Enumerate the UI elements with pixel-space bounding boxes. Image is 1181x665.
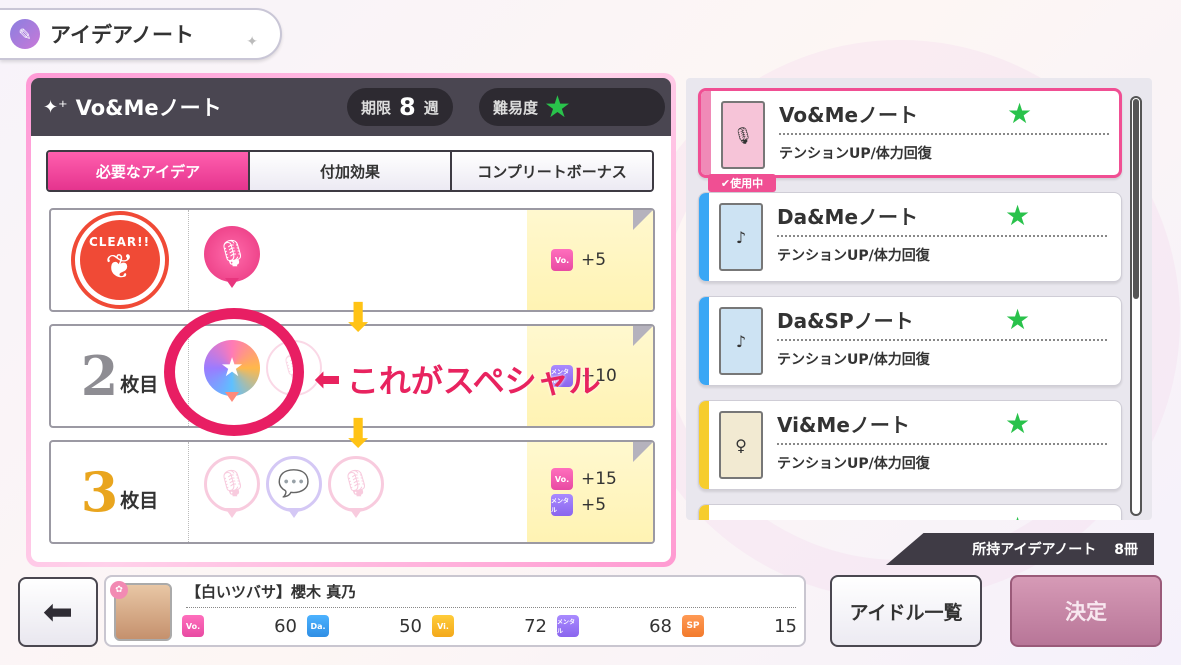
swan-icon: ❦ (105, 247, 134, 287)
ordinal-3: 3 枚目 (81, 465, 159, 519)
arrow-left-icon: ⬅ (314, 360, 341, 398)
stat-value: 72 (524, 615, 547, 637)
mental-stat-icon: メンタル (551, 494, 573, 516)
ordinal-2: 2 枚目 (81, 349, 159, 403)
star-icon: ★ (1005, 407, 1031, 440)
period-value: 8 (399, 93, 416, 121)
scrollbar[interactable] (1130, 96, 1142, 516)
note-card-effect: テンションUP/体力回復 (777, 248, 930, 264)
highlight-circle (164, 308, 304, 436)
sparkle-icon: ✦ (246, 34, 258, 50)
star-icon: ★ (544, 89, 571, 125)
screen-title: アイデアノート (50, 23, 195, 47)
owned-notes-bar: 所持アイデアノート 8冊 (886, 533, 1154, 565)
notebook-icon: ♪ (719, 307, 763, 375)
stat-value: 60 (274, 615, 297, 637)
vocal-stat-icon: Vo. (551, 249, 573, 271)
clear-emblem: CLEAR!! ❦ (70, 211, 169, 309)
confirm-button[interactable]: 決定 (1010, 575, 1162, 647)
notebook-icon: ♀ (719, 411, 763, 479)
arrow-down-icon: ⬇ (341, 295, 375, 341)
ordinal-number: 3 (80, 460, 119, 524)
note-card-effect: テンションUP/体力回復 (777, 352, 930, 368)
vocal-idea-icon[interactable]: 🎙 (204, 226, 260, 288)
idol-type-icon: ✿ (110, 581, 128, 599)
tab-bar: 必要なアイデア 付加効果 コンプリートボーナス (46, 150, 654, 192)
tab-complete-bonus[interactable]: コンプリートボーナス (452, 152, 652, 190)
period-label: 期限 (361, 98, 392, 117)
screen-title-bar: ✎ アイデアノート ✦ (0, 8, 282, 60)
star-icon: ★ (1005, 303, 1031, 336)
note-card[interactable]: ♪ Da&SPノート ★ テンションUP/体力回復 (698, 296, 1122, 386)
note-card-partial[interactable]: ★ (698, 504, 1122, 520)
note-card[interactable]: ♪ Da&Meノート ★ テンションUP/体力回復 (698, 192, 1122, 282)
idol-list-button[interactable]: アイドル一覧 (830, 575, 982, 647)
stat-value: 15 (774, 615, 797, 637)
difficulty-label: 難易度 (493, 98, 539, 117)
star-icon: ★ (1005, 199, 1031, 232)
stat-value: 50 (399, 615, 422, 637)
note-card[interactable]: ♀ Vi&Meノート ★ テンションUP/体力回復 (698, 400, 1122, 490)
ordinal-suffix: 枚目 (120, 374, 159, 396)
owned-count: 8冊 (1114, 542, 1138, 558)
vocal-stat-icon: Vo. (551, 468, 573, 490)
arrow-down-icon: ⬇ (341, 411, 375, 457)
bonus-value: +5 (581, 250, 607, 270)
mental-stat-icon: メンタル (557, 615, 579, 637)
scrollbar-thumb[interactable] (1133, 99, 1139, 299)
sp-stat-icon: SP (682, 615, 704, 637)
back-button[interactable]: ⬅ (18, 577, 98, 647)
stat-value: 68 (649, 615, 672, 637)
dance-stat-icon: Da. (307, 615, 329, 637)
ordinal-number: 2 (80, 344, 119, 408)
period-unit: 週 (423, 98, 439, 117)
owned-label: 所持アイデアノート (972, 542, 1097, 558)
page-fold (633, 326, 653, 346)
annotation: ⬅ これがスペシャル (314, 356, 601, 402)
in-use-badge: ✔ 使用中 (708, 174, 776, 192)
idol-info[interactable]: ✿ 【白いツバサ】櫻木 真乃 Vo. 60 Da. 50 Vi. 72 メンタル 68 … (104, 575, 806, 647)
tab-additional-effects[interactable]: 付加効果 (250, 152, 452, 190)
note-card-name: Vi&Meノート (777, 413, 910, 437)
ordinal-suffix: 枚目 (120, 490, 159, 512)
vocal-idea-icon[interactable]: 🎙 (204, 456, 260, 518)
sparkle-icon: ✦⁺ (43, 96, 68, 118)
idol-name: 【白いツバサ】櫻木 真乃 (186, 583, 357, 601)
note-card-name: Da&Meノート (777, 205, 919, 229)
note-card[interactable]: 🎙 Vo&Meノート ★ テンションUP/体力回復 (698, 88, 1122, 178)
tab-required-ideas[interactable]: 必要なアイデア (48, 152, 250, 190)
star-icon: ★ (1005, 511, 1030, 520)
bonus-value: +5 (581, 495, 607, 515)
annotation-text: これがスペシャル (346, 362, 601, 400)
star-icon: ★ (1007, 97, 1033, 130)
vocal-stat-icon: Vo. (182, 615, 204, 637)
period-badge: 期限 8 週 (347, 88, 453, 126)
difficulty-badge: 難易度 ★ (479, 88, 665, 126)
arrow-left-icon: ⬅ (42, 591, 74, 633)
note-card-name: Vo&Meノート (779, 103, 919, 127)
bonus-value: +15 (581, 469, 617, 489)
note-card-effect: テンションUP/体力回復 (777, 456, 930, 472)
page-fold (633, 442, 653, 462)
notebook-icon: ♪ (719, 203, 763, 271)
note-card-effect: テンションUP/体力回復 (779, 146, 932, 162)
page-fold (633, 210, 653, 230)
idol-stats: Vo. 60 Da. 50 Vi. 72 メンタル 68 SP 15 (182, 615, 807, 637)
idea-note-icon: ✎ (10, 19, 40, 49)
visual-stat-icon: Vi. (432, 615, 454, 637)
note-card-name: Da&SPノート (777, 309, 914, 333)
note-list: 🎙 Vo&Meノート ★ テンションUP/体力回復 ♪ Da&Meノート ★ テ… (686, 78, 1152, 520)
mental-idea-icon[interactable]: 💬 (266, 456, 322, 518)
vocal-idea-icon[interactable]: 🎙 (328, 456, 384, 518)
note-name: Vo&Meノート (75, 96, 222, 120)
notebook-icon: 🎙 (721, 101, 765, 169)
